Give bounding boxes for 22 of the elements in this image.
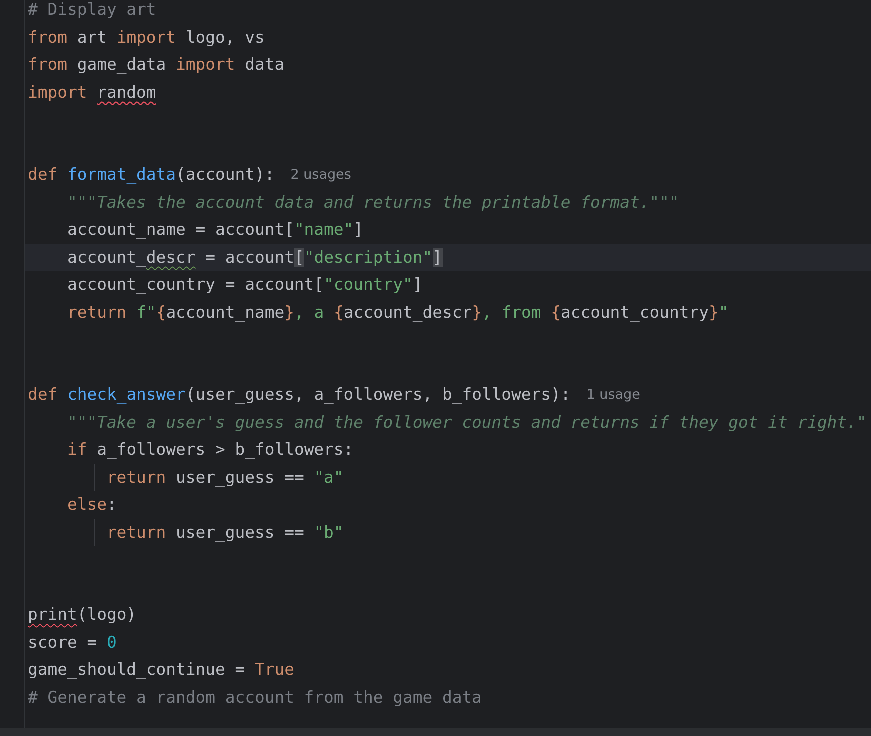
code-line: account_country = account["country"]: [66, 275, 423, 294]
code-line: print(logo): [28, 605, 137, 624]
code-line: """Take a user's guess and the follower counts and returns if they got it right.": [66, 412, 867, 432]
code-line: else:: [66, 495, 117, 514]
code-line: import random: [28, 82, 156, 102]
code-line: return user_guess == "b": [106, 522, 344, 542]
code-line: def check_answer(user_guess, a_followers, b_followers):: [28, 385, 571, 404]
code-line: account_descr = account["description"]: [66, 248, 442, 267]
code-line: account_name = account["name"]: [66, 220, 364, 240]
code-line: """Takes the account data and returns the printable format.""": [66, 192, 680, 212]
code-line: return user_guess == "a": [106, 468, 344, 487]
code-line: # Display art: [28, 0, 156, 20]
code-line: game_should_continue = True: [28, 660, 294, 680]
code-line: if a_followers > b_followers:: [66, 440, 354, 460]
code-line: score = 0: [28, 632, 117, 652]
code-line: return f"{account_name}, a {account_descr}, from {account_country}": [66, 302, 729, 322]
code-line: from game_data import data: [28, 55, 285, 74]
usages-hint[interactable]: 2 usages: [290, 166, 352, 183]
usages-hint[interactable]: 1 usage: [586, 386, 640, 403]
code-line: # Generate a random account from the game data: [28, 688, 482, 707]
code-line: def format_data(account):: [28, 165, 275, 184]
code-line: from art import logo, vs: [28, 28, 265, 47]
